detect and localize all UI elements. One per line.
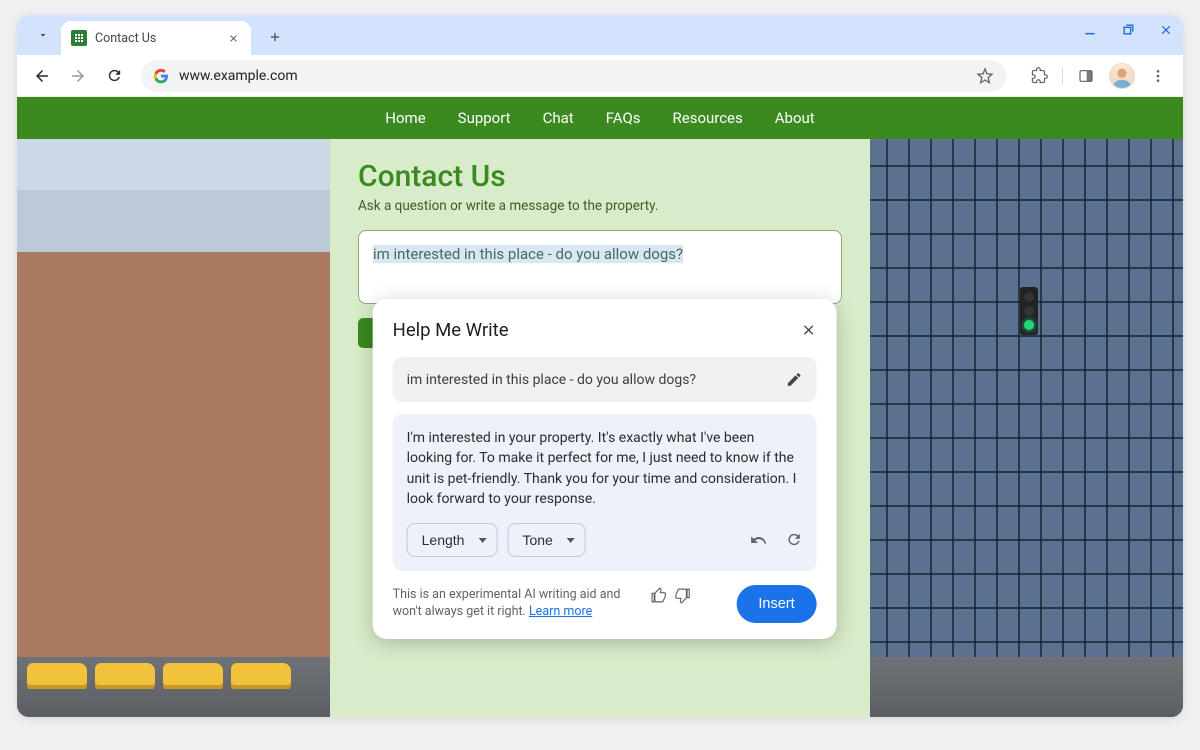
hmw-thumbs-down-button[interactable]: [674, 587, 691, 604]
window-controls: [1081, 23, 1175, 37]
minimize-icon: [1083, 23, 1097, 37]
caret-down-icon: [478, 538, 486, 543]
message-textarea[interactable]: im interested in this place - do you all…: [358, 230, 842, 304]
thumbs-down-icon: [674, 587, 691, 604]
page-title: Contact Us: [358, 159, 842, 194]
google-icon: [153, 68, 169, 84]
hmw-tone-label: Tone: [522, 532, 552, 548]
nav-home[interactable]: Home: [385, 109, 425, 127]
profile-avatar[interactable]: [1109, 63, 1135, 89]
minimize-button[interactable]: [1081, 23, 1099, 37]
more-vert-icon: [1150, 68, 1166, 84]
tab-title: Contact Us: [95, 31, 156, 46]
undo-icon: [750, 531, 768, 549]
arrow-left-icon: [33, 67, 51, 85]
plus-icon: [268, 30, 282, 44]
toolbar: www.example.com: [17, 55, 1183, 97]
maximize-icon: [1122, 23, 1135, 36]
toolbar-divider: [1062, 67, 1063, 85]
star-icon: [976, 67, 994, 85]
close-icon: [228, 33, 239, 44]
traffic-light-icon: [1020, 287, 1038, 335]
hmw-close-button[interactable]: [801, 322, 817, 338]
site-nav: Home Support Chat FAQs Resources About: [17, 97, 1183, 139]
new-tab-button[interactable]: [261, 23, 289, 51]
nav-chat[interactable]: Chat: [543, 109, 574, 127]
url-text: www.example.com: [179, 68, 976, 84]
browser-tab[interactable]: Contact Us: [61, 21, 251, 55]
tab-close-button[interactable]: [225, 30, 241, 46]
nav-support[interactable]: Support: [458, 109, 511, 127]
hmw-undo-button[interactable]: [750, 531, 768, 549]
hmw-length-dropdown[interactable]: Length: [407, 523, 498, 557]
page-subtitle: Ask a question or write a message to the…: [358, 198, 842, 214]
reload-icon: [106, 67, 123, 84]
side-panel-icon: [1078, 68, 1094, 84]
nav-resources[interactable]: Resources: [673, 109, 743, 127]
address-bar[interactable]: www.example.com: [141, 60, 1006, 92]
hmw-prompt-box: im interested in this place - do you all…: [393, 357, 817, 402]
hmw-length-label: Length: [422, 532, 465, 548]
pencil-icon: [786, 371, 803, 388]
chevron-down-icon: [37, 29, 49, 41]
close-icon: [1159, 23, 1173, 37]
page-viewport: Home Support Chat FAQs Resources About C…: [17, 97, 1183, 717]
tab-strip: Contact Us: [17, 15, 1183, 55]
refresh-icon: [786, 531, 803, 548]
arrow-right-icon: [69, 67, 87, 85]
side-panel-button[interactable]: [1071, 61, 1101, 91]
caret-down-icon: [567, 538, 575, 543]
avatar-icon: [1110, 63, 1134, 89]
hmw-result-text: I'm interested in your property. It's ex…: [407, 428, 803, 509]
browser-window: Contact Us www.example.com: [17, 15, 1183, 717]
hmw-result-box: I'm interested in your property. It's ex…: [393, 414, 817, 571]
hmw-title: Help Me Write: [393, 319, 509, 341]
help-me-write-popup: Help Me Write im interested in this plac…: [373, 299, 837, 639]
forward-button[interactable]: [63, 61, 93, 91]
close-icon: [801, 322, 817, 338]
tab-search-dropdown[interactable]: [29, 21, 57, 49]
hmw-insert-button[interactable]: Insert: [736, 585, 816, 623]
puzzle-icon: [1031, 67, 1048, 84]
site-favicon: [71, 30, 87, 46]
maximize-button[interactable]: [1119, 23, 1137, 37]
hmw-learn-more-link[interactable]: Learn more: [529, 604, 592, 619]
reload-button[interactable]: [99, 61, 129, 91]
hmw-disclaimer: This is an experimental AI writing aid a…: [393, 587, 643, 621]
back-button[interactable]: [27, 61, 57, 91]
menu-button[interactable]: [1143, 61, 1173, 91]
message-value: im interested in this place - do you all…: [373, 245, 683, 263]
window-close-button[interactable]: [1157, 23, 1175, 37]
hmw-tone-dropdown[interactable]: Tone: [507, 523, 585, 557]
nav-about[interactable]: About: [775, 109, 815, 127]
hmw-thumbs-up-button[interactable]: [651, 587, 668, 604]
hmw-edit-prompt-button[interactable]: [786, 371, 803, 388]
thumbs-up-icon: [651, 587, 668, 604]
extensions-button[interactable]: [1024, 61, 1054, 91]
hmw-prompt-text: im interested in this place - do you all…: [407, 372, 696, 388]
nav-faqs[interactable]: FAQs: [606, 109, 641, 127]
bookmark-button[interactable]: [976, 67, 994, 85]
hmw-regenerate-button[interactable]: [786, 531, 803, 549]
